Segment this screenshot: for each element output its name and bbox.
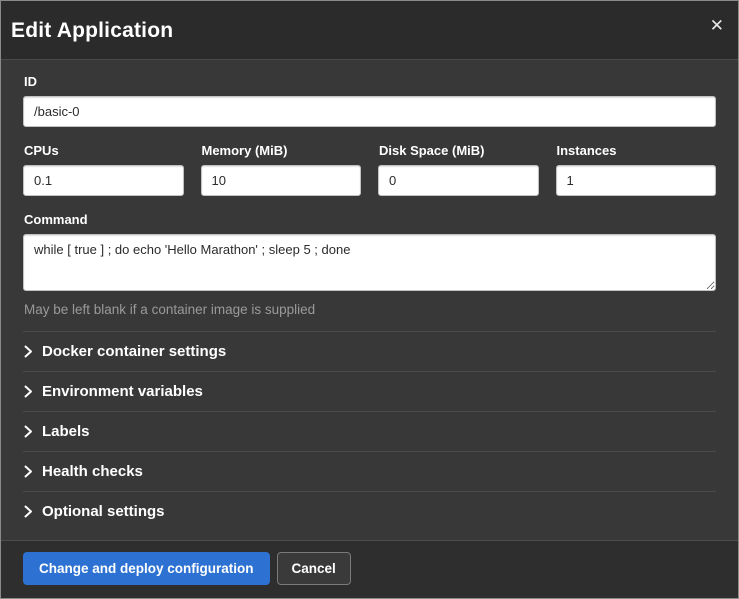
edit-application-modal: Edit Application ✕ ID CPUs Memory (MiB) … [0,0,739,599]
change-and-deploy-button[interactable]: Change and deploy configuration [23,552,270,586]
resources-row: CPUs Memory (MiB) Disk Space (MiB) Insta… [23,143,716,196]
modal-body: ID CPUs Memory (MiB) Disk Space (MiB) In… [1,60,738,540]
command-help-text: May be left blank if a container image i… [24,302,715,317]
close-icon[interactable]: ✕ [710,17,724,34]
instances-input[interactable] [556,165,717,196]
id-input[interactable] [23,96,716,127]
modal-title: Edit Application [11,19,714,43]
cancel-button[interactable]: Cancel [277,552,351,586]
command-label: Command [24,212,716,227]
section-label: Environment variables [42,383,203,400]
chevron-right-icon [24,426,33,438]
disk-input[interactable] [378,165,539,196]
memory-label: Memory (MiB) [202,143,362,158]
section-labels[interactable]: Labels [23,411,716,451]
section-label: Labels [42,423,90,440]
cpus-label: CPUs [24,143,184,158]
chevron-right-icon [24,506,33,518]
chevron-right-icon [24,466,33,478]
modal-header: Edit Application ✕ [1,1,738,60]
section-health-checks[interactable]: Health checks [23,451,716,491]
modal-footer: Change and deploy configuration Cancel [1,540,738,599]
disk-label: Disk Space (MiB) [379,143,539,158]
cpus-input[interactable] [23,165,184,196]
id-label: ID [24,74,716,89]
chevron-right-icon [24,346,33,358]
chevron-right-icon [24,386,33,398]
command-textarea[interactable]: while [ true ] ; do echo 'Hello Marathon… [23,234,716,291]
section-optional-settings[interactable]: Optional settings [23,491,716,531]
section-docker-container-settings[interactable]: Docker container settings [23,331,716,371]
section-label: Health checks [42,463,143,480]
section-label: Docker container settings [42,343,226,360]
memory-input[interactable] [201,165,362,196]
section-label: Optional settings [42,503,165,520]
collapsible-sections: Docker container settings Environment va… [23,331,716,531]
section-environment-variables[interactable]: Environment variables [23,371,716,411]
instances-label: Instances [557,143,717,158]
